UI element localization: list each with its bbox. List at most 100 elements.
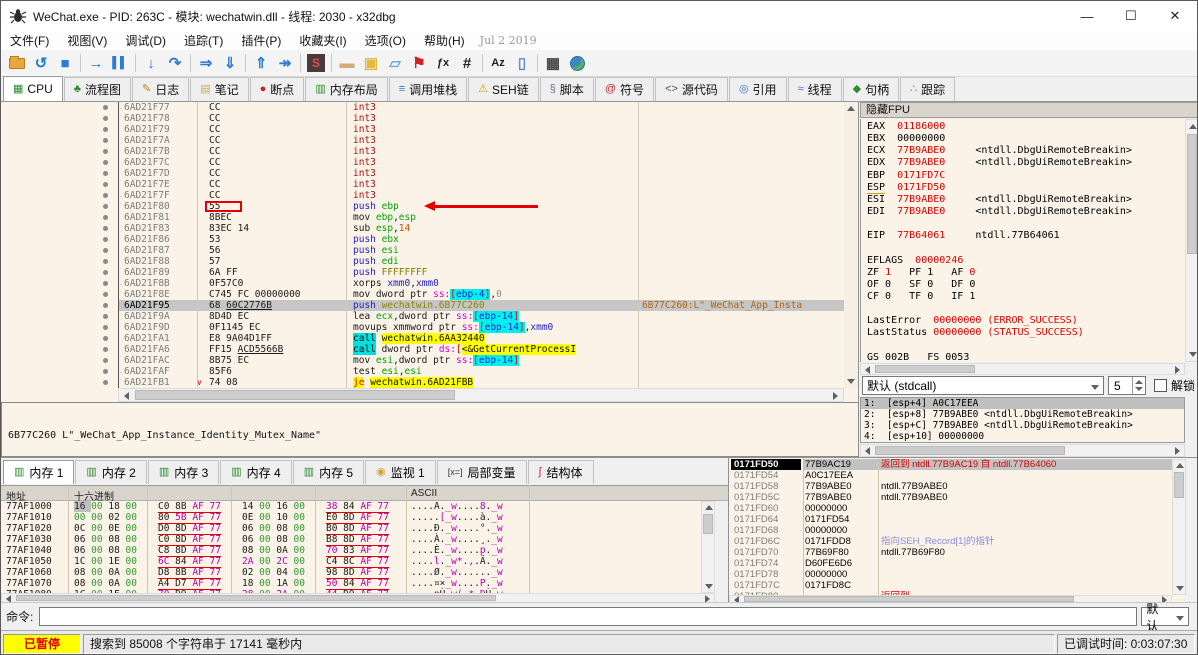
stack-row[interactable]: 0171FD64 0171FD54 bbox=[729, 514, 1185, 525]
tab-CPU[interactable]: ▦ CPU bbox=[3, 76, 63, 101]
register-line[interactable]: GS 002B FS 0053 bbox=[867, 352, 1185, 362]
tab-脚本[interactable]: § 脚本 bbox=[539, 77, 594, 101]
register-list[interactable]: EAX 01186000 EBX 00000000 ECX 77B9ABE0 <nt… bbox=[860, 119, 1185, 362]
dump-tab-内存 5[interactable]: ▥ 内存 5 bbox=[292, 460, 365, 484]
command-combo[interactable]: 默认 bbox=[1141, 602, 1190, 633]
stack-row[interactable]: 0171FD74 D60FE6D6 bbox=[729, 558, 1185, 569]
register-line[interactable] bbox=[867, 340, 1185, 352]
menu-item[interactable]: 选项(O) bbox=[356, 31, 415, 50]
breakpoint-dot-icon[interactable] bbox=[103, 303, 108, 308]
tab-流程图[interactable]: ♣ 流程图 bbox=[63, 77, 131, 101]
breakpoint-dot-icon[interactable] bbox=[103, 127, 108, 132]
tab-跟踪[interactable]: ∴ 跟踪 bbox=[900, 77, 956, 101]
menu-item[interactable]: 视图(V) bbox=[58, 31, 116, 50]
disasm-row[interactable]: 6AD21F9D 0F1145 EC movups xmmword ptr ss:[… bbox=[1, 322, 844, 333]
disasm-row[interactable]: 6AD21FB1 74 08 ∨ je wechatwin.6AD21FBB bbox=[1, 377, 844, 388]
tab-断点[interactable]: ● 断点 bbox=[249, 77, 305, 101]
dump-row[interactable]: 77AF1000 16 00 18 00 C0 8B AF 77 14 00 16 0… bbox=[1, 501, 701, 513]
dump-row[interactable]: 77AF1040 06 00 08 00 C8 8D AF 77 08 00 0A 0… bbox=[1, 545, 701, 557]
register-line[interactable]: EBX 00000000 bbox=[867, 133, 1185, 145]
breakpoint-dot-icon[interactable] bbox=[103, 281, 108, 286]
breakpoint-dot-icon[interactable] bbox=[103, 358, 108, 363]
breakpoint-dot-icon[interactable] bbox=[103, 105, 108, 110]
breakpoint-dot-icon[interactable] bbox=[103, 314, 108, 319]
dump-row[interactable]: 77AF1050 1C 00 1E 00 6C 84 AF 77 2A 00 2C 0… bbox=[1, 556, 701, 568]
register-line[interactable]: EAX 01186000 bbox=[867, 121, 1185, 133]
breakpoint-dot-icon[interactable] bbox=[103, 116, 108, 121]
breakpoint-dot-icon[interactable] bbox=[103, 380, 108, 385]
step-over-icon[interactable]: ↷ bbox=[163, 52, 187, 74]
breakpoint-dot-icon[interactable] bbox=[103, 292, 108, 297]
disasm-row[interactable]: 6AD21F7D CC int3 bbox=[1, 168, 844, 179]
handles-icon[interactable]: ▯ bbox=[510, 52, 534, 74]
pause-icon[interactable]: ▌▌ bbox=[108, 52, 132, 74]
stack-rows[interactable]: 0171FD50 77B9AC19 返回到 ntdll.77B9AC19 自 ntd… bbox=[729, 459, 1185, 595]
step-out-icon[interactable]: ⇓ bbox=[218, 52, 242, 74]
register-line[interactable] bbox=[867, 242, 1185, 254]
disasm-row[interactable]: 6AD21F7E CC int3 bbox=[1, 179, 844, 190]
command-input[interactable] bbox=[39, 607, 1138, 626]
breakpoint-dot-icon[interactable] bbox=[103, 138, 108, 143]
memory-dump-rows[interactable]: 77AF1000 16 00 18 00 C0 8B AF 77 14 00 16 0… bbox=[1, 501, 701, 593]
stack-row[interactable]: 0171FD58 77B9ABE0 ntdll.77B9ABE0 bbox=[729, 481, 1185, 492]
comments-icon[interactable]: ▣ bbox=[359, 52, 383, 74]
run-icon[interactable]: → bbox=[84, 52, 108, 74]
globe-icon[interactable] bbox=[565, 52, 589, 74]
register-line[interactable]: ZF 1 PF 1 AF 0 bbox=[867, 267, 1185, 279]
tab-内存布局[interactable]: ▥ 内存布局 bbox=[305, 77, 388, 101]
disasm-row[interactable]: 6AD21F8E C745 FC 00000000 mov dword ptr ss… bbox=[1, 289, 844, 300]
dump-tab-监视 1[interactable]: ◉ 监视 1 bbox=[365, 460, 436, 484]
dump-tab-内存 3[interactable]: ▥ 内存 3 bbox=[147, 460, 220, 484]
tab-符号[interactable]: @ 符号 bbox=[594, 77, 655, 101]
dump-tab-内存 1[interactable]: ▥ 内存 1 bbox=[3, 460, 75, 484]
disassembly-rows[interactable]: 6AD21F77 CC int3 6AD21F78 CC int3 6AD21F79 CC in… bbox=[1, 102, 844, 388]
breakpoint-dot-icon[interactable] bbox=[103, 347, 108, 352]
tab-源代码[interactable]: <> 源代码 bbox=[655, 77, 728, 101]
argument-count-stepper[interactable]: 5 bbox=[1108, 376, 1146, 395]
breakpoint-dot-icon[interactable] bbox=[103, 226, 108, 231]
menu-item[interactable]: 帮助(H) bbox=[415, 31, 474, 50]
menu-item[interactable]: 收藏夹(I) bbox=[290, 31, 355, 50]
menu-item[interactable]: 插件(P) bbox=[232, 31, 290, 50]
disassembly-pane[interactable]: 6AD21F77 CC int3 6AD21F78 CC int3 6AD21F79 CC in… bbox=[1, 102, 859, 501]
breakpoint-dot-icon[interactable] bbox=[103, 193, 108, 198]
register-line[interactable] bbox=[867, 218, 1185, 230]
stack-row[interactable]: 0171FD70 77B69F80 ntdll.77B69F80 bbox=[729, 547, 1185, 558]
hide-fpu-button[interactable]: 隐藏FPU bbox=[860, 102, 1197, 118]
arguments-hscrollbar[interactable] bbox=[860, 444, 1185, 457]
dump-row[interactable]: 77AF1020 0C 00 0E 00 D0 8D AF 77 06 00 08 0… bbox=[1, 523, 701, 535]
unlock-checkbox[interactable] bbox=[1154, 379, 1167, 392]
disasm-row[interactable]: 6AD21F88 57 push edi bbox=[1, 256, 844, 267]
registers-vscrollbar[interactable] bbox=[1185, 119, 1197, 362]
disasm-row[interactable]: 6AD21F77 CC int3 bbox=[1, 102, 844, 113]
stack-row[interactable]: 0171FD50 77B9AC19 返回到 ntdll.77B9AC19 自 ntd… bbox=[729, 459, 1185, 470]
open-file-icon[interactable] bbox=[5, 52, 29, 74]
registers-hscrollbar[interactable] bbox=[860, 363, 1185, 375]
strings-icon[interactable]: Az bbox=[486, 52, 510, 74]
dump-row[interactable]: 77AF1070 08 00 0A 00 A4 D7 AF 77 18 00 1A 0… bbox=[1, 578, 701, 590]
argument-row[interactable]: 2: [esp+8] 77B9ABE0 <ntdll.DbgUiRemoteBr… bbox=[861, 409, 1184, 420]
breakpoint-dot-icon[interactable] bbox=[103, 149, 108, 154]
stack-vscrollbar[interactable] bbox=[1172, 459, 1186, 595]
register-line[interactable]: OF 0 SF 0 DF 0 bbox=[867, 279, 1185, 291]
disasm-row[interactable]: 6AD21FAF 85F6 test esi,esi bbox=[1, 366, 844, 377]
stack-row[interactable]: 0171FD68 00000000 bbox=[729, 525, 1185, 536]
dump-row[interactable]: 77AF1010 00 00 02 00 80 5B AF 77 0E 00 10 0… bbox=[1, 512, 701, 524]
breakpoint-dot-icon[interactable] bbox=[103, 336, 108, 341]
disasm-row[interactable]: 6AD21F9A 8D4D EC lea ecx,dword ptr ss:[ebp… bbox=[1, 311, 844, 322]
register-line[interactable]: CF 0 TF 0 IF 1 bbox=[867, 291, 1185, 303]
dump-tab-结构体[interactable]: ∫ 结构体 bbox=[527, 460, 594, 484]
breakpoint-dot-icon[interactable] bbox=[103, 171, 108, 176]
tab-日志[interactable]: ✎ 日志 bbox=[131, 77, 190, 101]
labels-icon[interactable]: ▱ bbox=[383, 52, 407, 74]
stack-row[interactable]: 0171FD7C 0171FD8C bbox=[729, 580, 1185, 591]
menu-item[interactable]: 调试(D) bbox=[116, 31, 175, 50]
functions-icon[interactable]: ƒx bbox=[431, 52, 455, 74]
disasm-row[interactable]: 6AD21F95 68 60C2776B push wechatwin.6B77C2… bbox=[1, 300, 844, 311]
tab-句柄[interactable]: ◆ 句柄 bbox=[842, 77, 900, 101]
register-line[interactable]: ECX 77B9ABE0 <ntdll.DbgUiRemoteBreakin> bbox=[867, 145, 1185, 157]
disasm-row[interactable]: 6AD21F7C CC int3 bbox=[1, 157, 844, 168]
breakpoint-dot-icon[interactable] bbox=[103, 325, 108, 330]
breakpoint-dot-icon[interactable] bbox=[103, 259, 108, 264]
step-into-icon[interactable]: ↓ bbox=[139, 52, 163, 74]
